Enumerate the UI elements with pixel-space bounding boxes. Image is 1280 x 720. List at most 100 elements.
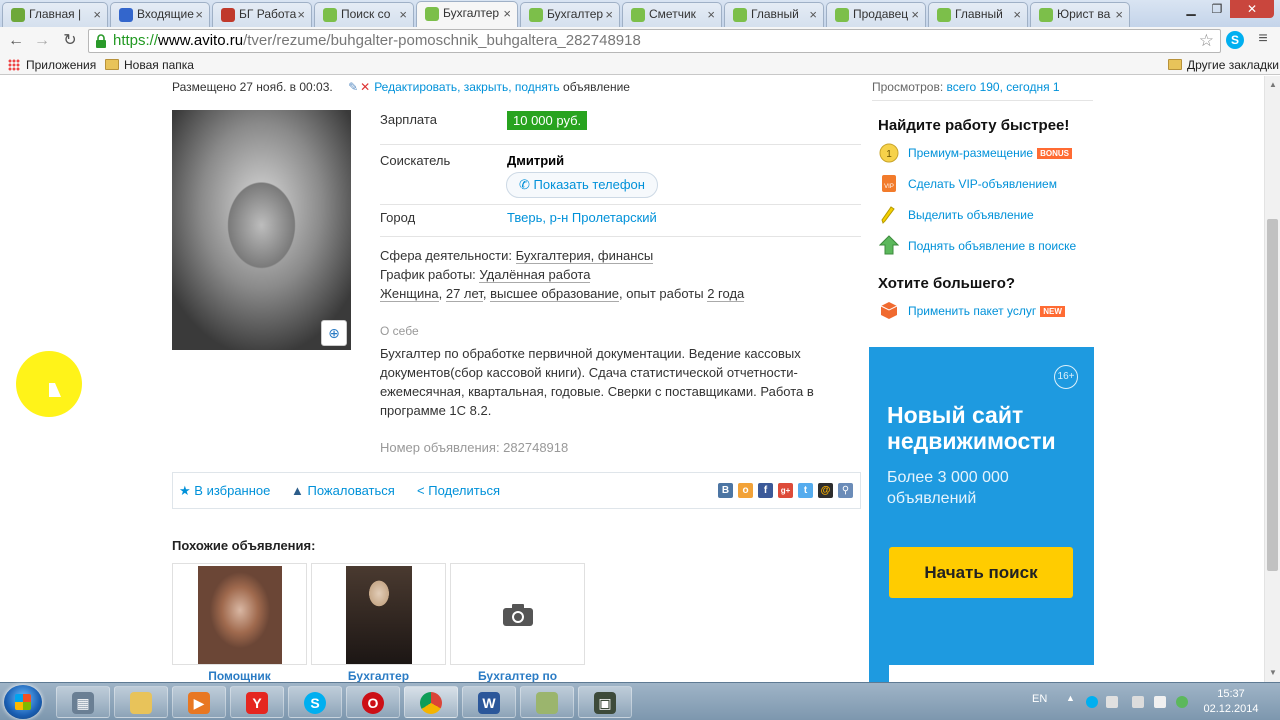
minimize-icon[interactable]: ▁ (1178, 0, 1204, 18)
similar-card-title[interactable]: Бухгалтер по (450, 669, 585, 682)
listing-meta: Размещено 27 нояб. в 00:03. ✎ ✕ Редактиров… (172, 80, 630, 94)
link-icon[interactable]: ⚲ (838, 483, 853, 498)
forward-arrow-icon[interactable]: → (31, 30, 53, 52)
tab-yurist[interactable]: Юрист ва × (1030, 2, 1130, 27)
tab-close-icon[interactable]: × (195, 3, 203, 26)
taskbar-explorer[interactable] (114, 686, 168, 718)
tab-close-icon[interactable]: × (911, 3, 919, 26)
raise-link[interactable]: Поднять объявление в поиске (908, 239, 1076, 253)
add-to-favorites-button[interactable]: ★ В избранное (179, 483, 270, 499)
taskbar-file-manager[interactable] (520, 686, 574, 718)
views-link[interactable]: всего 190, сегодня 1 (947, 80, 1060, 94)
chrome-menu-icon[interactable]: ≡ (1256, 30, 1270, 48)
realty-banner-ad[interactable]: 16+ Новый сайт недвижимости Более 3 000 … (869, 347, 1094, 682)
start-search-button[interactable]: Начать поиск (889, 547, 1073, 598)
start-button[interactable] (4, 685, 42, 719)
tray-skype-icon[interactable] (1086, 696, 1098, 708)
tab-close-icon[interactable]: × (605, 3, 613, 26)
pencil-icon[interactable]: ✎ (348, 80, 358, 94)
taskbar-skype[interactable]: S (288, 686, 342, 718)
facebook-icon[interactable]: f (758, 483, 773, 498)
window-controls: ▁ ❐ ✕ (1178, 0, 1274, 20)
tab-buhgalter-active[interactable]: Бухгалтер × (416, 1, 518, 27)
education-link[interactable]: высшее образование (490, 286, 620, 302)
maximize-icon[interactable]: ❐ (1204, 0, 1230, 18)
scroll-down-icon[interactable]: ▼ (1269, 668, 1277, 677)
system-clock[interactable]: 15:37 02.12.2014 (1196, 687, 1266, 717)
bookmark-star-icon[interactable]: ☆ (1199, 30, 1214, 52)
applicant-photo[interactable] (172, 110, 351, 350)
similar-card-title[interactable]: Бухгалтер (311, 669, 446, 682)
google-plus-icon[interactable]: g+ (778, 483, 793, 498)
bookmark-apps[interactable]: Приложения (8, 57, 96, 73)
vk-icon[interactable]: В (718, 483, 733, 498)
address-bar[interactable]: https://www.avito.ru/tver/rezume/buhgalt… (88, 29, 1221, 53)
tab-close-icon[interactable]: × (1013, 3, 1021, 26)
premium-link[interactable]: Премиум-размещение BONUS (908, 146, 1072, 160)
taskbar-chrome-active[interactable] (404, 686, 458, 718)
taskbar-calculator[interactable]: ▦ (56, 686, 110, 718)
bookmark-other[interactable]: Другие закладки (1168, 57, 1279, 73)
tray-flag-icon[interactable] (1154, 696, 1166, 708)
highlight-link[interactable]: Выделить объявление (908, 208, 1034, 222)
similar-card[interactable] (311, 563, 446, 665)
tab-close-icon[interactable]: × (399, 3, 407, 26)
similar-card[interactable] (172, 563, 307, 665)
tray-touch-icon[interactable] (1106, 696, 1118, 708)
tray-sync-icon[interactable] (1176, 696, 1188, 708)
gender-link[interactable]: Женщина (380, 286, 439, 302)
close-x-icon[interactable]: ✕ (360, 80, 370, 94)
package-link[interactable]: Применить пакет услуг NEW (908, 304, 1065, 318)
taskbar-media-player[interactable]: ▶ (172, 686, 226, 718)
schedule-link[interactable]: Удалённая работа (479, 267, 591, 283)
taskbar-yandex-browser[interactable]: Y (230, 686, 284, 718)
tab-close-icon[interactable]: × (503, 2, 511, 25)
zoom-icon[interactable]: ⊕ (321, 320, 347, 346)
tab-buhgalter[interactable]: Бухгалтер × (520, 2, 620, 27)
vip-link[interactable]: Сделать VIP-объявлением (908, 177, 1057, 191)
language-indicator[interactable]: EN (1032, 693, 1047, 705)
page-scrollbar[interactable]: ▲ ▼ (1264, 76, 1280, 682)
tab-search[interactable]: Поиск со × (314, 2, 414, 27)
window-close-icon[interactable]: ✕ (1230, 0, 1274, 18)
complain-button[interactable]: ▲ Пожаловаться (291, 483, 395, 498)
tab-prodavec[interactable]: Продавец × (826, 2, 926, 27)
tab-smetchik[interactable]: Сметчик × (622, 2, 722, 27)
experience-link[interactable]: 2 года (707, 286, 745, 302)
scroll-up-icon[interactable]: ▲ (1269, 80, 1277, 89)
bookmark-new-folder[interactable]: Новая папка (105, 57, 194, 73)
edit-listing-link[interactable]: Редактировать, закрыть, поднять (374, 80, 559, 94)
scrollbar-thumb[interactable] (1267, 219, 1278, 571)
taskbar-opera[interactable]: O (346, 686, 400, 718)
tab-bg-rabota[interactable]: БГ Работа × (212, 2, 312, 27)
tab-close-icon[interactable]: × (93, 3, 101, 26)
share-button[interactable]: < Поделиться (417, 483, 500, 498)
tab-glavnaya[interactable]: Главная | × (2, 2, 108, 27)
age-link[interactable]: 27 лет (445, 286, 483, 302)
tray-expand-icon[interactable]: ▲ (1066, 693, 1075, 703)
mail-ru-icon[interactable]: @ (818, 483, 833, 498)
city-link[interactable]: Тверь, р-н Пролетарский (507, 210, 657, 225)
taskbar-word[interactable]: W (462, 686, 516, 718)
tab-inbox[interactable]: Входящие × (110, 2, 210, 27)
similar-card[interactable] (450, 563, 585, 665)
odnoklassniki-icon[interactable]: о (738, 483, 753, 498)
tab-close-icon[interactable]: × (809, 3, 817, 26)
similar-card-title[interactable]: Помощник (172, 669, 307, 682)
tab-glavny-2[interactable]: Главный × (928, 2, 1028, 27)
applicant-label: Соискатель (380, 153, 451, 168)
show-phone-button[interactable]: ✆ Показать телефон (506, 172, 658, 198)
tray-network-icon[interactable] (1132, 696, 1144, 708)
sphere-link[interactable]: Бухгалтерия, финансы (515, 248, 654, 264)
skype-extension-icon[interactable]: S (1226, 31, 1244, 49)
taskbar-media[interactable]: ▣ (578, 686, 632, 718)
tab-glavny[interactable]: Главный × (724, 2, 824, 27)
back-arrow-icon[interactable]: ← (5, 30, 27, 52)
share-icon: < (417, 483, 425, 498)
tab-close-icon[interactable]: × (297, 3, 305, 26)
tab-close-icon[interactable]: × (707, 3, 715, 26)
reload-icon[interactable]: ↻ (59, 30, 81, 52)
twitter-icon[interactable]: t (798, 483, 813, 498)
divider (380, 144, 861, 145)
tab-close-icon[interactable]: × (1115, 3, 1123, 26)
